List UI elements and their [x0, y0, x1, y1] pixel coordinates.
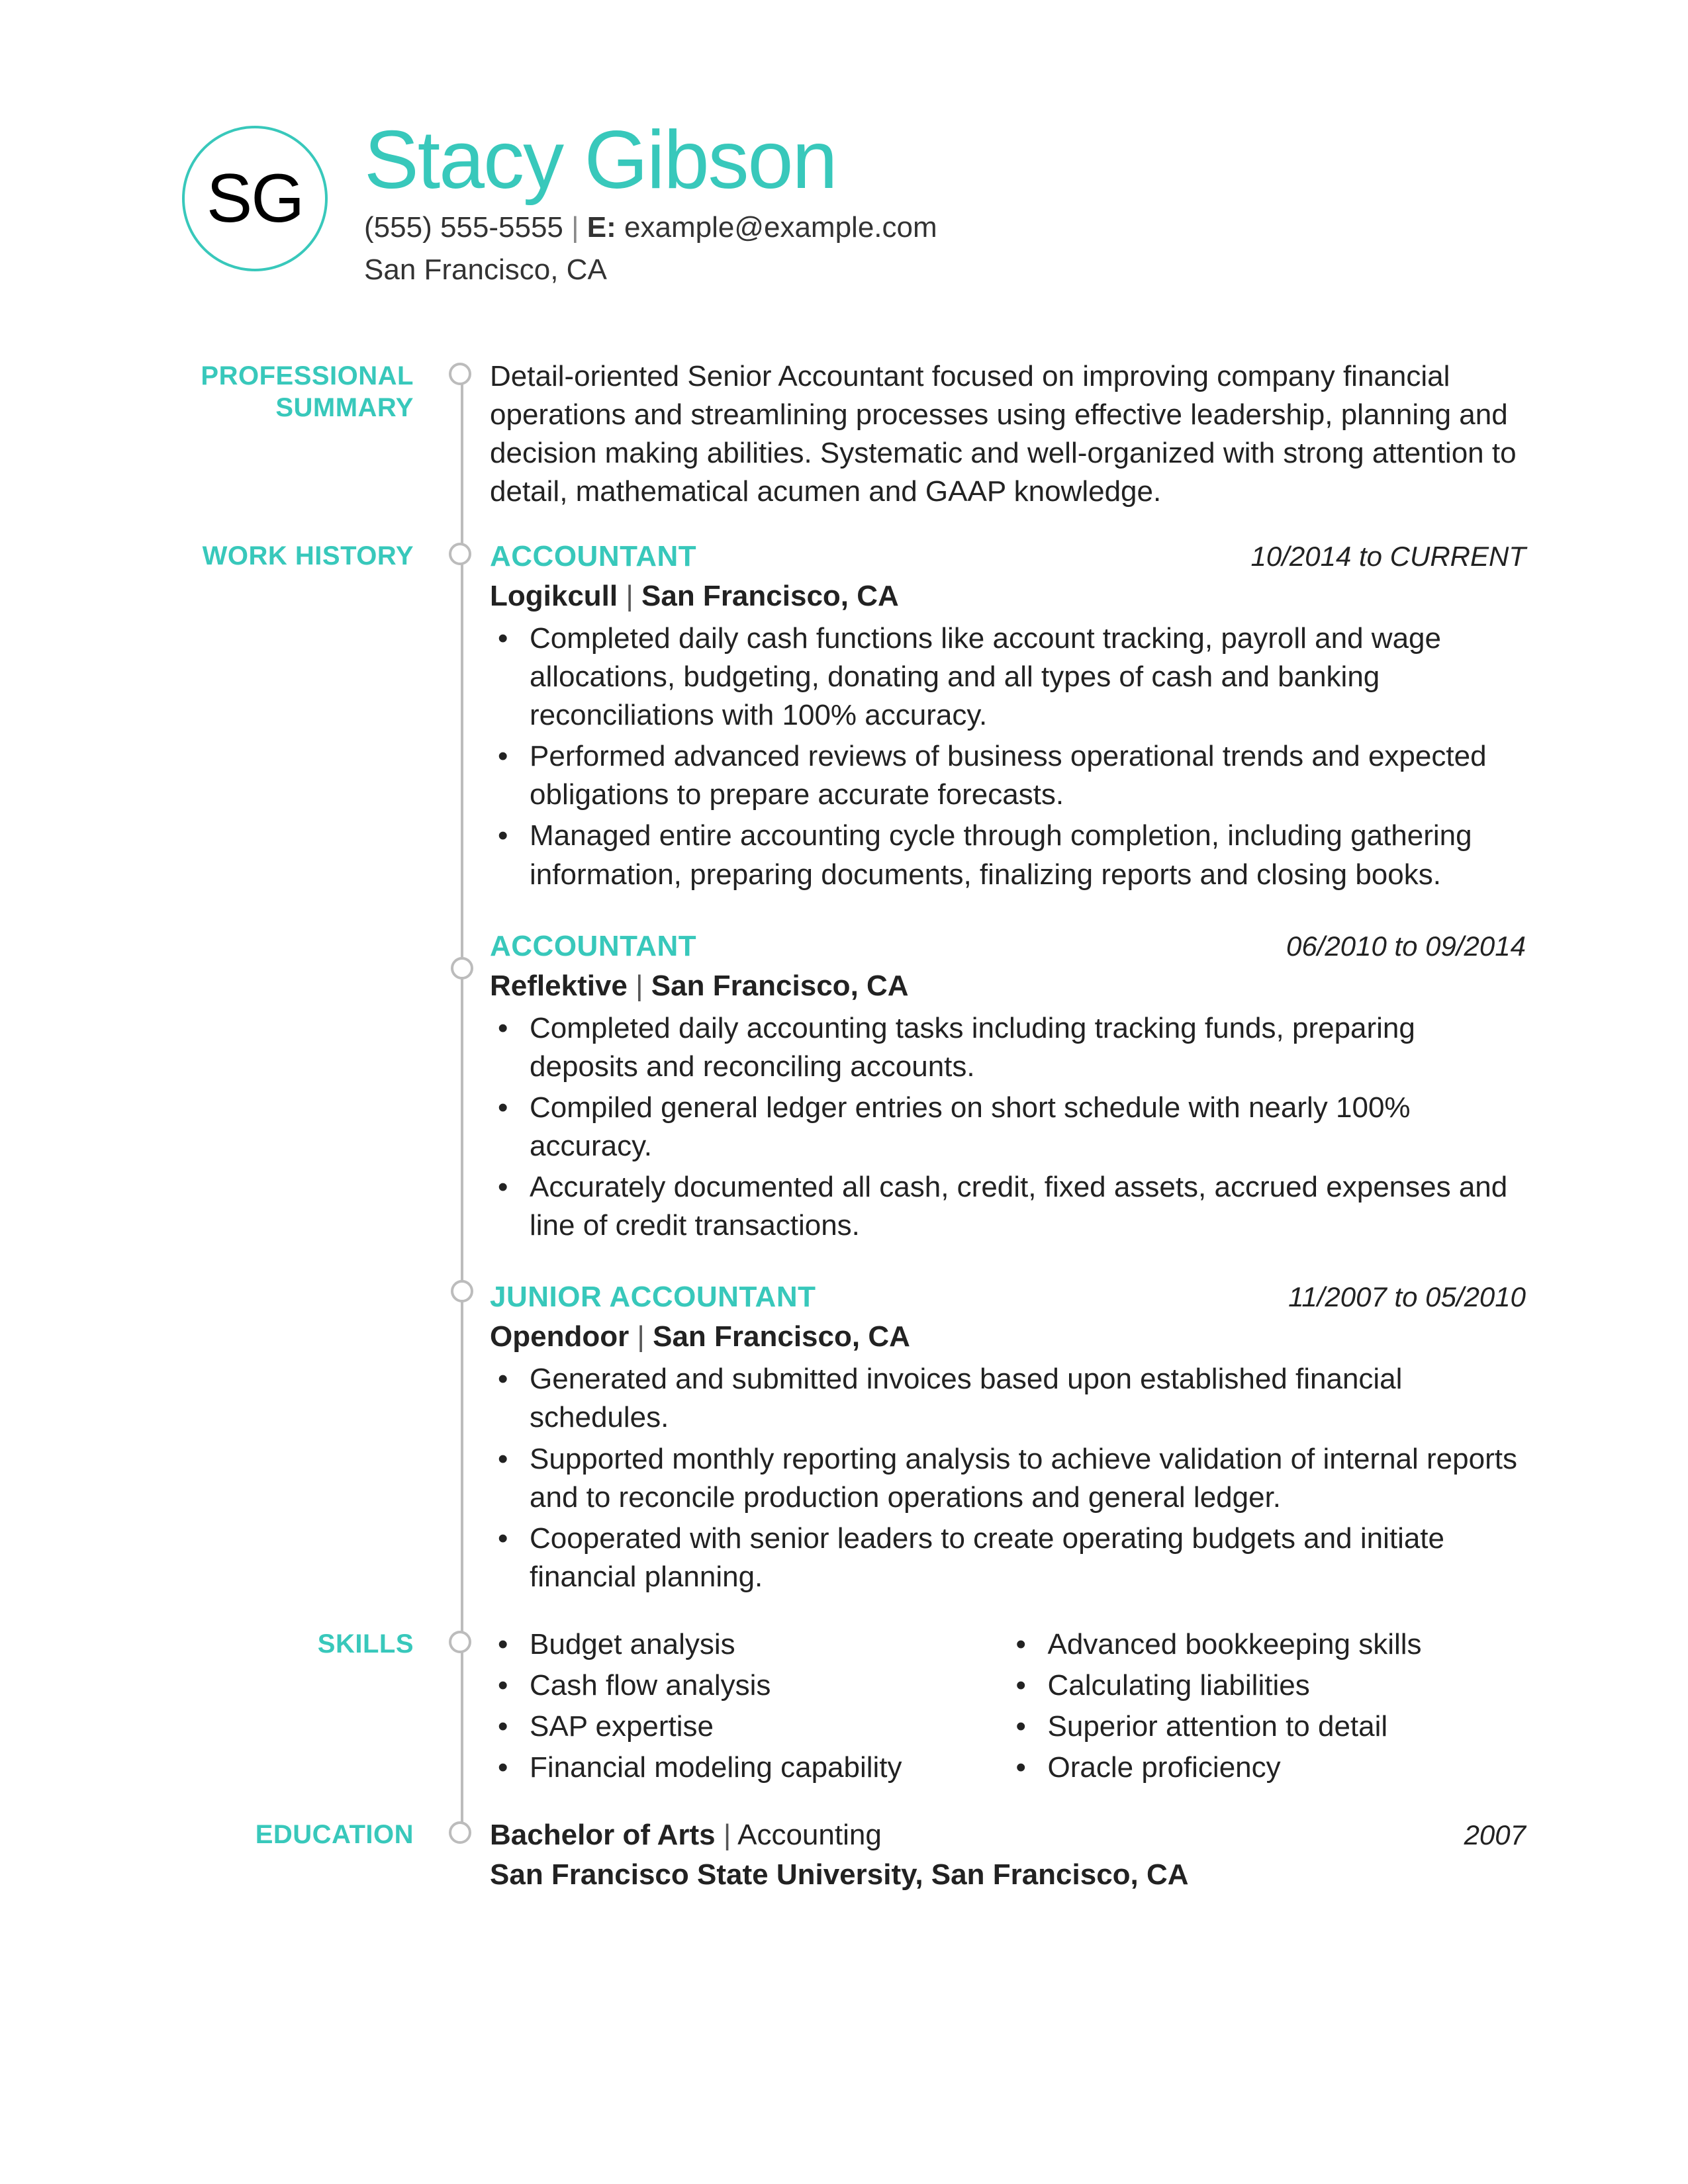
header: SG Stacy Gibson (555) 555-5555 | E: exam…: [182, 119, 1526, 291]
section-label-education: EDUCATION: [182, 1816, 434, 1850]
section-skills: SKILLS Budget analysis Cash flow analysi…: [182, 1625, 1526, 1790]
list-item: Superior attention to detail: [1048, 1707, 1526, 1746]
job-entry: JUNIOR ACCOUNTANT 11/2007 to 05/2010 Ope…: [490, 1278, 1526, 1596]
skills-content: Budget analysis Cash flow analysis SAP e…: [487, 1625, 1526, 1790]
list-item: Cash flow analysis: [530, 1666, 1008, 1705]
timeline-dot-icon: [449, 543, 471, 565]
job-title: JUNIOR ACCOUNTANT: [490, 1278, 816, 1316]
list-item: Completed daily cash functions like acco…: [530, 619, 1526, 735]
education-degree-line: Bachelor of Arts | Accounting: [490, 1816, 882, 1854]
list-item: Cooperated with senior leaders to create…: [530, 1520, 1526, 1596]
contact-location: San Francisco, CA: [364, 249, 1526, 291]
email: example@example.com: [624, 211, 937, 244]
job-title: ACCOUNTANT: [490, 537, 696, 576]
job-company-line: Logikcull | San Francisco, CA: [490, 577, 1526, 615]
list-item: Budget analysis: [530, 1625, 1008, 1664]
section-work-history: WORK HISTORY ACCOUNTANT 10/2014 to CURRE…: [182, 537, 1526, 1599]
section-summary: PROFESSIONAL SUMMARY Detail-oriented Sen…: [182, 357, 1526, 511]
list-item: Accurately documented all cash, credit, …: [530, 1168, 1526, 1245]
list-item: Financial modeling capability: [530, 1749, 1008, 1787]
job-company-line: Opendoor | San Francisco, CA: [490, 1318, 1526, 1356]
list-item: Performed advanced reviews of business o…: [530, 737, 1526, 814]
job-title: ACCOUNTANT: [490, 927, 696, 966]
job-bullets: Generated and submitted invoices based u…: [490, 1360, 1526, 1596]
education-content: Bachelor of Arts | Accounting 2007 San F…: [487, 1816, 1526, 1894]
education-year: 2007: [1464, 1817, 1526, 1853]
timeline-dot-icon: [449, 1631, 471, 1653]
identity-block: Stacy Gibson (555) 555-5555 | E: example…: [364, 119, 1526, 291]
timeline-dot-icon: [449, 363, 471, 385]
section-label-summary: PROFESSIONAL SUMMARY: [182, 357, 434, 424]
list-item: Supported monthly reporting analysis to …: [530, 1440, 1526, 1517]
job-bullets: Completed daily accounting tasks includi…: [490, 1009, 1526, 1245]
job-company-line: Reflektive | San Francisco, CA: [490, 967, 1526, 1005]
initials: SG: [207, 159, 303, 238]
list-item: Calculating liabilities: [1048, 1666, 1526, 1705]
job-dates: 11/2007 to 05/2010: [1288, 1279, 1526, 1315]
email-label: E:: [587, 211, 616, 244]
list-item: Managed entire accounting cycle through …: [530, 817, 1526, 893]
section-label-work: WORK HISTORY: [182, 537, 434, 572]
list-item: Generated and submitted invoices based u…: [530, 1360, 1526, 1437]
list-item: Advanced bookkeeping skills: [1048, 1625, 1526, 1664]
timeline-dot-icon: [451, 957, 473, 979]
list-item: Oracle proficiency: [1048, 1749, 1526, 1787]
job-entry: ACCOUNTANT 06/2010 to 09/2014 Reflektive…: [490, 927, 1526, 1246]
education-school: San Francisco State University, San Fran…: [490, 1856, 1526, 1894]
job-dates: 10/2014 to CURRENT: [1250, 538, 1526, 574]
job-dates: 06/2010 to 09/2014: [1286, 928, 1526, 964]
contact-line-1: (555) 555-5555 | E: example@example.com: [364, 206, 1526, 249]
section-education: EDUCATION Bachelor of Arts | Accounting …: [182, 1816, 1526, 1894]
monogram-circle-icon: SG: [182, 126, 328, 271]
timeline-dot-icon: [451, 1280, 473, 1302]
summary-text: Detail-oriented Senior Accountant focuse…: [487, 357, 1526, 511]
timeline-dot-icon: [449, 1821, 471, 1844]
section-label-skills: SKILLS: [182, 1625, 434, 1660]
job-entry: ACCOUNTANT 10/2014 to CURRENT Logikcull …: [490, 537, 1526, 894]
resume-page: SG Stacy Gibson (555) 555-5555 | E: exam…: [0, 0, 1688, 2184]
list-item: SAP expertise: [530, 1707, 1008, 1746]
list-item: Completed daily accounting tasks includi…: [530, 1009, 1526, 1086]
phone: (555) 555-5555: [364, 211, 563, 244]
job-bullets: Completed daily cash functions like acco…: [490, 619, 1526, 894]
work-history-content: ACCOUNTANT 10/2014 to CURRENT Logikcull …: [487, 537, 1526, 1599]
list-item: Compiled general ledger entries on short…: [530, 1089, 1526, 1165]
full-name: Stacy Gibson: [364, 119, 1526, 201]
